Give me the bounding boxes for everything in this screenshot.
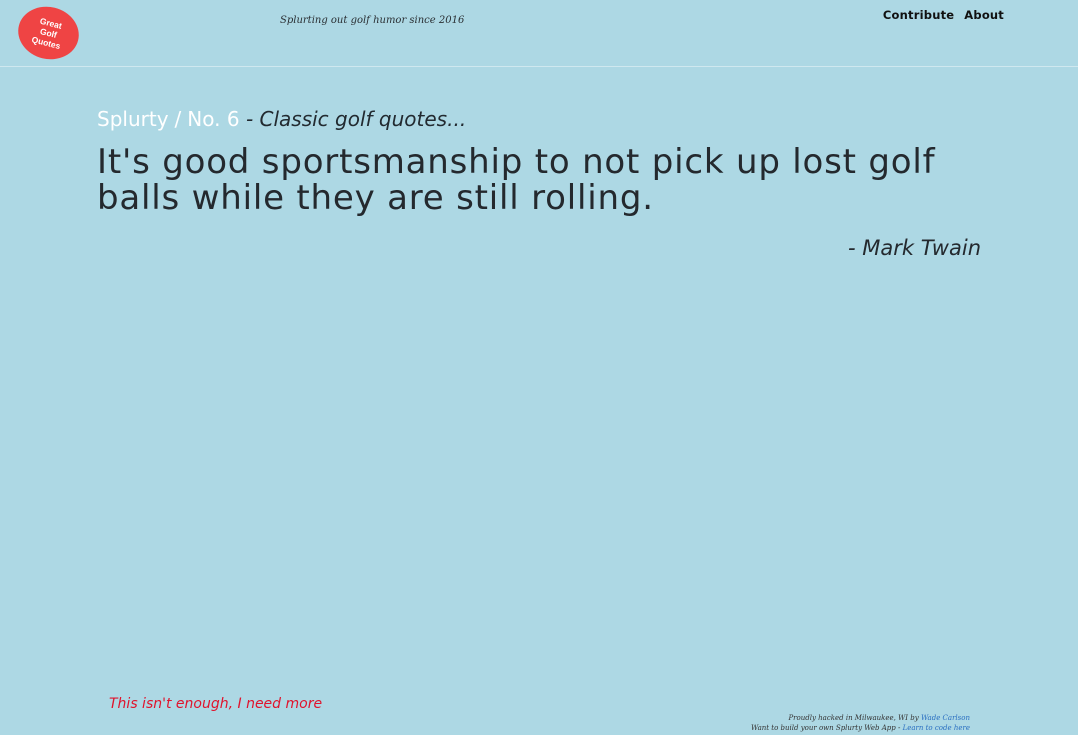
author-link[interactable]: Wade Carlson <box>921 714 970 722</box>
logo[interactable]: Great Golf Quotes <box>12 0 85 66</box>
breadcrumb: Splurty / No. 6 - Classic golf quotes... <box>97 107 466 131</box>
footer-line-1: Proudly hacked in Milwaukee, WI by Wade … <box>751 713 970 723</box>
quote-text: It's good sportsmanship to not pick up l… <box>97 142 936 218</box>
breadcrumb-number: No. 6 <box>187 107 240 131</box>
nav-contribute[interactable]: Contribute <box>883 8 954 22</box>
more-quotes-link[interactable]: This isn't enough, I need more <box>109 696 322 712</box>
quote-author: - Mark Twain <box>847 236 981 260</box>
footer-credit-text: Proudly hacked in Milwaukee, WI by <box>788 714 921 722</box>
tagline: Splurting out golf humor since 2016 <box>280 15 465 26</box>
breadcrumb-site[interactable]: Splurty <box>97 107 169 131</box>
breadcrumb-description: - Classic golf quotes... <box>245 107 467 131</box>
logo-line-3: Quotes <box>30 34 62 52</box>
footer-line-2: Want to build your own Splurty Web App -… <box>751 723 970 733</box>
header-divider <box>0 66 1078 67</box>
footer-build-text: Want to build your own Splurty Web App - <box>750 724 903 732</box>
top-nav: Contribute About <box>883 8 1004 22</box>
footer: Proudly hacked in Milwaukee, WI by Wade … <box>751 713 970 733</box>
nav-about[interactable]: About <box>964 8 1004 22</box>
learn-to-code-link[interactable]: Learn to code here <box>903 724 970 732</box>
breadcrumb-separator: / <box>174 107 182 131</box>
